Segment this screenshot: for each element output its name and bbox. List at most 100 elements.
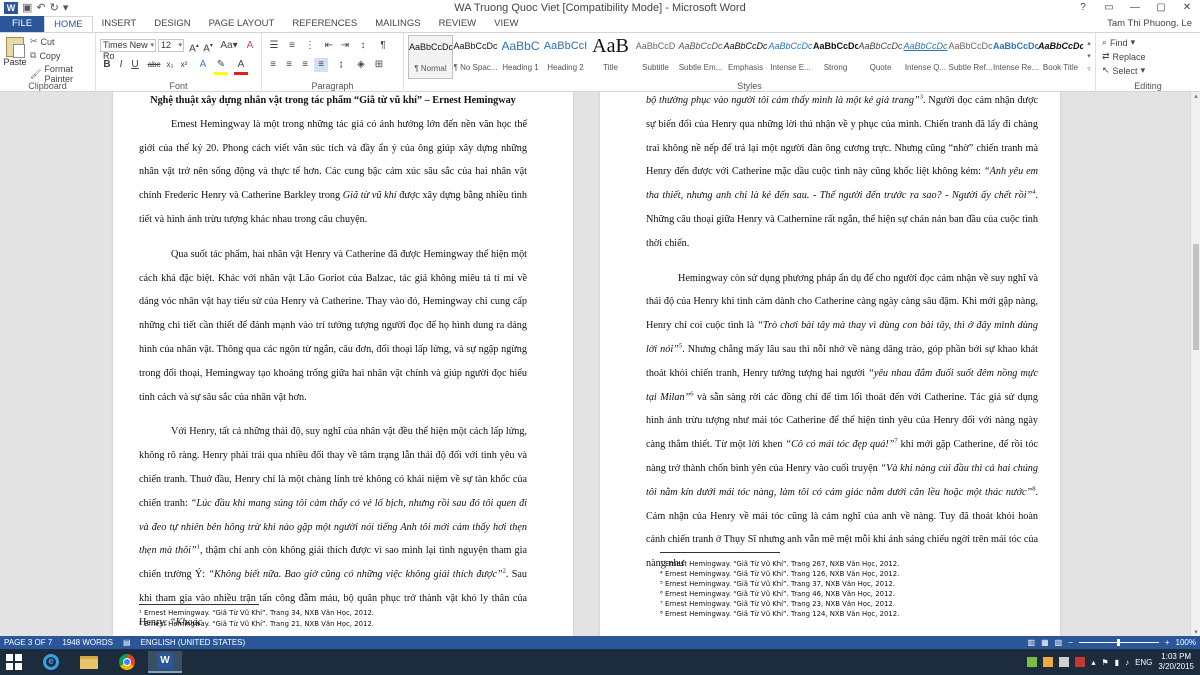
align-center-icon[interactable]: ≡ [282,58,296,72]
close-button[interactable]: ✕ [1174,0,1200,16]
user-account[interactable]: Tam Thi Phuong. Le [1107,16,1192,32]
scroll-down-icon[interactable]: ▾ [1191,628,1200,636]
tab-home[interactable]: HOME [44,16,93,32]
proofing-icon[interactable]: ▤ [123,636,131,649]
copy-button[interactable]: ⧉ Copy [30,50,60,61]
app-tray-icon[interactable] [1027,657,1038,667]
style-item[interactable]: AaBbCcDc Intense Re... [993,35,1038,79]
zoom-out-icon[interactable]: − [1068,636,1073,649]
paste-button[interactable]: Paste [3,37,27,67]
line-spacing-icon[interactable]: ↨ [334,58,348,72]
tab-file[interactable]: FILE [0,16,45,32]
font-name-box[interactable]: Times New Ro ▾ [100,39,156,61]
shading-icon[interactable]: ◈ [354,58,368,72]
taskbar-chrome[interactable] [110,651,144,673]
taskbar-file-explorer[interactable] [72,651,106,673]
borders-icon[interactable]: ⊞ [372,58,386,72]
style-item[interactable]: AaBbCcDc Book Title [1038,35,1083,79]
tab-design[interactable]: DESIGN [145,16,199,32]
zoom-slider[interactable] [1078,639,1159,646]
clock[interactable]: 1:03 PM 3/20/2015 [1158,652,1194,672]
tab-view[interactable]: VIEW [485,16,527,32]
vertical-scrollbar[interactable]: ▴ ▾ [1190,92,1200,636]
windows-start-icon[interactable] [6,654,22,670]
style-item[interactable]: AaBbCcDc Intense Q... [903,35,948,79]
style-item[interactable]: AaBbCcDc Subtle Em... [678,35,723,79]
highlight-icon[interactable]: ✎ [214,58,228,75]
style-item[interactable]: AaBbCcD Subtitle [633,35,678,79]
style-item[interactable]: AaBbCcDc ¶ Normal [408,35,453,79]
word-app-icon[interactable]: W [4,2,18,14]
page-right-text[interactable]: bộ thường phục vào người tôi cảm thấy mì… [646,92,1038,587]
italic-button[interactable]: I [115,58,127,72]
strikethrough-button[interactable]: abc [146,58,162,72]
multilevel-list-icon[interactable]: ⋮ [302,39,318,53]
help-icon[interactable]: ? [1070,0,1096,16]
sort-icon[interactable]: ↕ [356,39,370,53]
page-left-text[interactable]: Nghệ thuật xây dựng nhân vật trong tác p… [139,92,527,636]
style-item[interactable]: AaBbCcDc Intense E... [768,35,813,79]
clear-formatting-icon[interactable]: A [244,39,256,53]
zoom-level[interactable]: 100% [1176,636,1196,649]
grow-font-icon[interactable]: A▴ [188,39,200,56]
read-mode-icon[interactable]: ▥ [1028,636,1036,649]
style-item[interactable]: AaBbCcDc Quote [858,35,903,79]
style-item[interactable]: AaBbCcI Heading 2 [543,35,588,79]
font-size-box[interactable]: 12 ▾ [158,39,184,52]
page-left[interactable]: Nghệ thuật xây dựng nhân vật trong tác p… [113,92,573,636]
align-left-icon[interactable]: ≡ [266,58,280,72]
style-item[interactable]: AaBbCcDc Strong [813,35,858,79]
page-indicator[interactable]: PAGE 3 OF 7 [4,636,52,649]
bold-button[interactable]: B [101,58,113,72]
change-case-icon[interactable]: Aa▾ [220,39,238,53]
scroll-up-icon[interactable]: ▴ [1191,92,1200,100]
underline-button[interactable]: U [129,58,141,72]
gallery-scroll[interactable]: ▴ ▾ ▿ [1084,37,1094,76]
input-language[interactable]: ENG [1135,658,1152,667]
taskbar-word[interactable]: W [148,651,182,673]
tab-page-layout[interactable]: PAGE LAYOUT [200,16,284,32]
app-tray-icon[interactable] [1043,657,1054,667]
select-button[interactable]: ↖ Select ▾ [1102,65,1145,76]
flag-icon[interactable]: ⚑ [1101,658,1108,667]
find-button[interactable]: ⌕ Find ▾ [1102,37,1135,48]
page-right[interactable]: bộ thường phục vào người tôi cảm thấy mì… [600,92,1060,636]
style-item[interactable]: AaBbCcDc ¶ No Spac... [453,35,498,79]
minimize-button[interactable]: — [1122,0,1148,16]
print-layout-icon[interactable]: ▦ [1041,636,1049,649]
bullets-icon[interactable]: ☰ [266,39,282,53]
numbering-icon[interactable]: ≡ [284,39,300,53]
subscript-button[interactable]: x₂ [164,58,176,72]
align-right-icon[interactable]: ≡ [298,58,312,72]
chevron-up-icon[interactable]: ▴ [1084,37,1094,50]
network-icon[interactable]: ▮ [1115,658,1119,667]
undo-icon[interactable]: ↶ [36,0,45,16]
decrease-indent-icon[interactable]: ⇤ [322,39,336,53]
style-item[interactable]: AaBbCcDc Subtle Ref... [948,35,993,79]
justify-icon[interactable]: ≡ [314,58,328,72]
show-formatting-icon[interactable]: ¶ [376,39,390,53]
volume-icon[interactable]: ♪ [1125,658,1129,667]
maximize-button[interactable]: ▢ [1148,0,1174,16]
app-tray-icon[interactable] [1059,657,1070,667]
superscript-button[interactable]: x² [178,58,190,72]
taskbar-internet-explorer[interactable]: e [34,651,68,673]
style-item[interactable]: AaBbCcDc Emphasis [723,35,768,79]
web-layout-icon[interactable]: ▧ [1055,636,1063,649]
tab-mailings[interactable]: MAILINGS [366,16,429,32]
customize-toolbar-icon[interactable]: ▾ [63,0,69,16]
style-item[interactable]: AaBbC Heading 1 [498,35,543,79]
zoom-slider-knob[interactable] [1116,639,1120,646]
increase-indent-icon[interactable]: ⇥ [338,39,352,53]
language-indicator[interactable]: ENGLISH (UNITED STATES) [141,636,246,649]
cut-button[interactable]: ✂ Cut [30,36,55,47]
shrink-font-icon[interactable]: A▾ [202,39,214,56]
more-styles-icon[interactable]: ▿ [1084,63,1094,76]
font-color-icon[interactable]: A [234,58,248,75]
chevron-down-icon[interactable]: ▾ [1084,50,1094,63]
redo-icon[interactable]: ↻ [50,0,59,16]
tab-references[interactable]: REFERENCES [283,16,366,32]
zoom-in-icon[interactable]: + [1165,636,1170,649]
scroll-thumb[interactable] [1193,244,1199,350]
text-effects-icon[interactable]: A [196,58,210,72]
